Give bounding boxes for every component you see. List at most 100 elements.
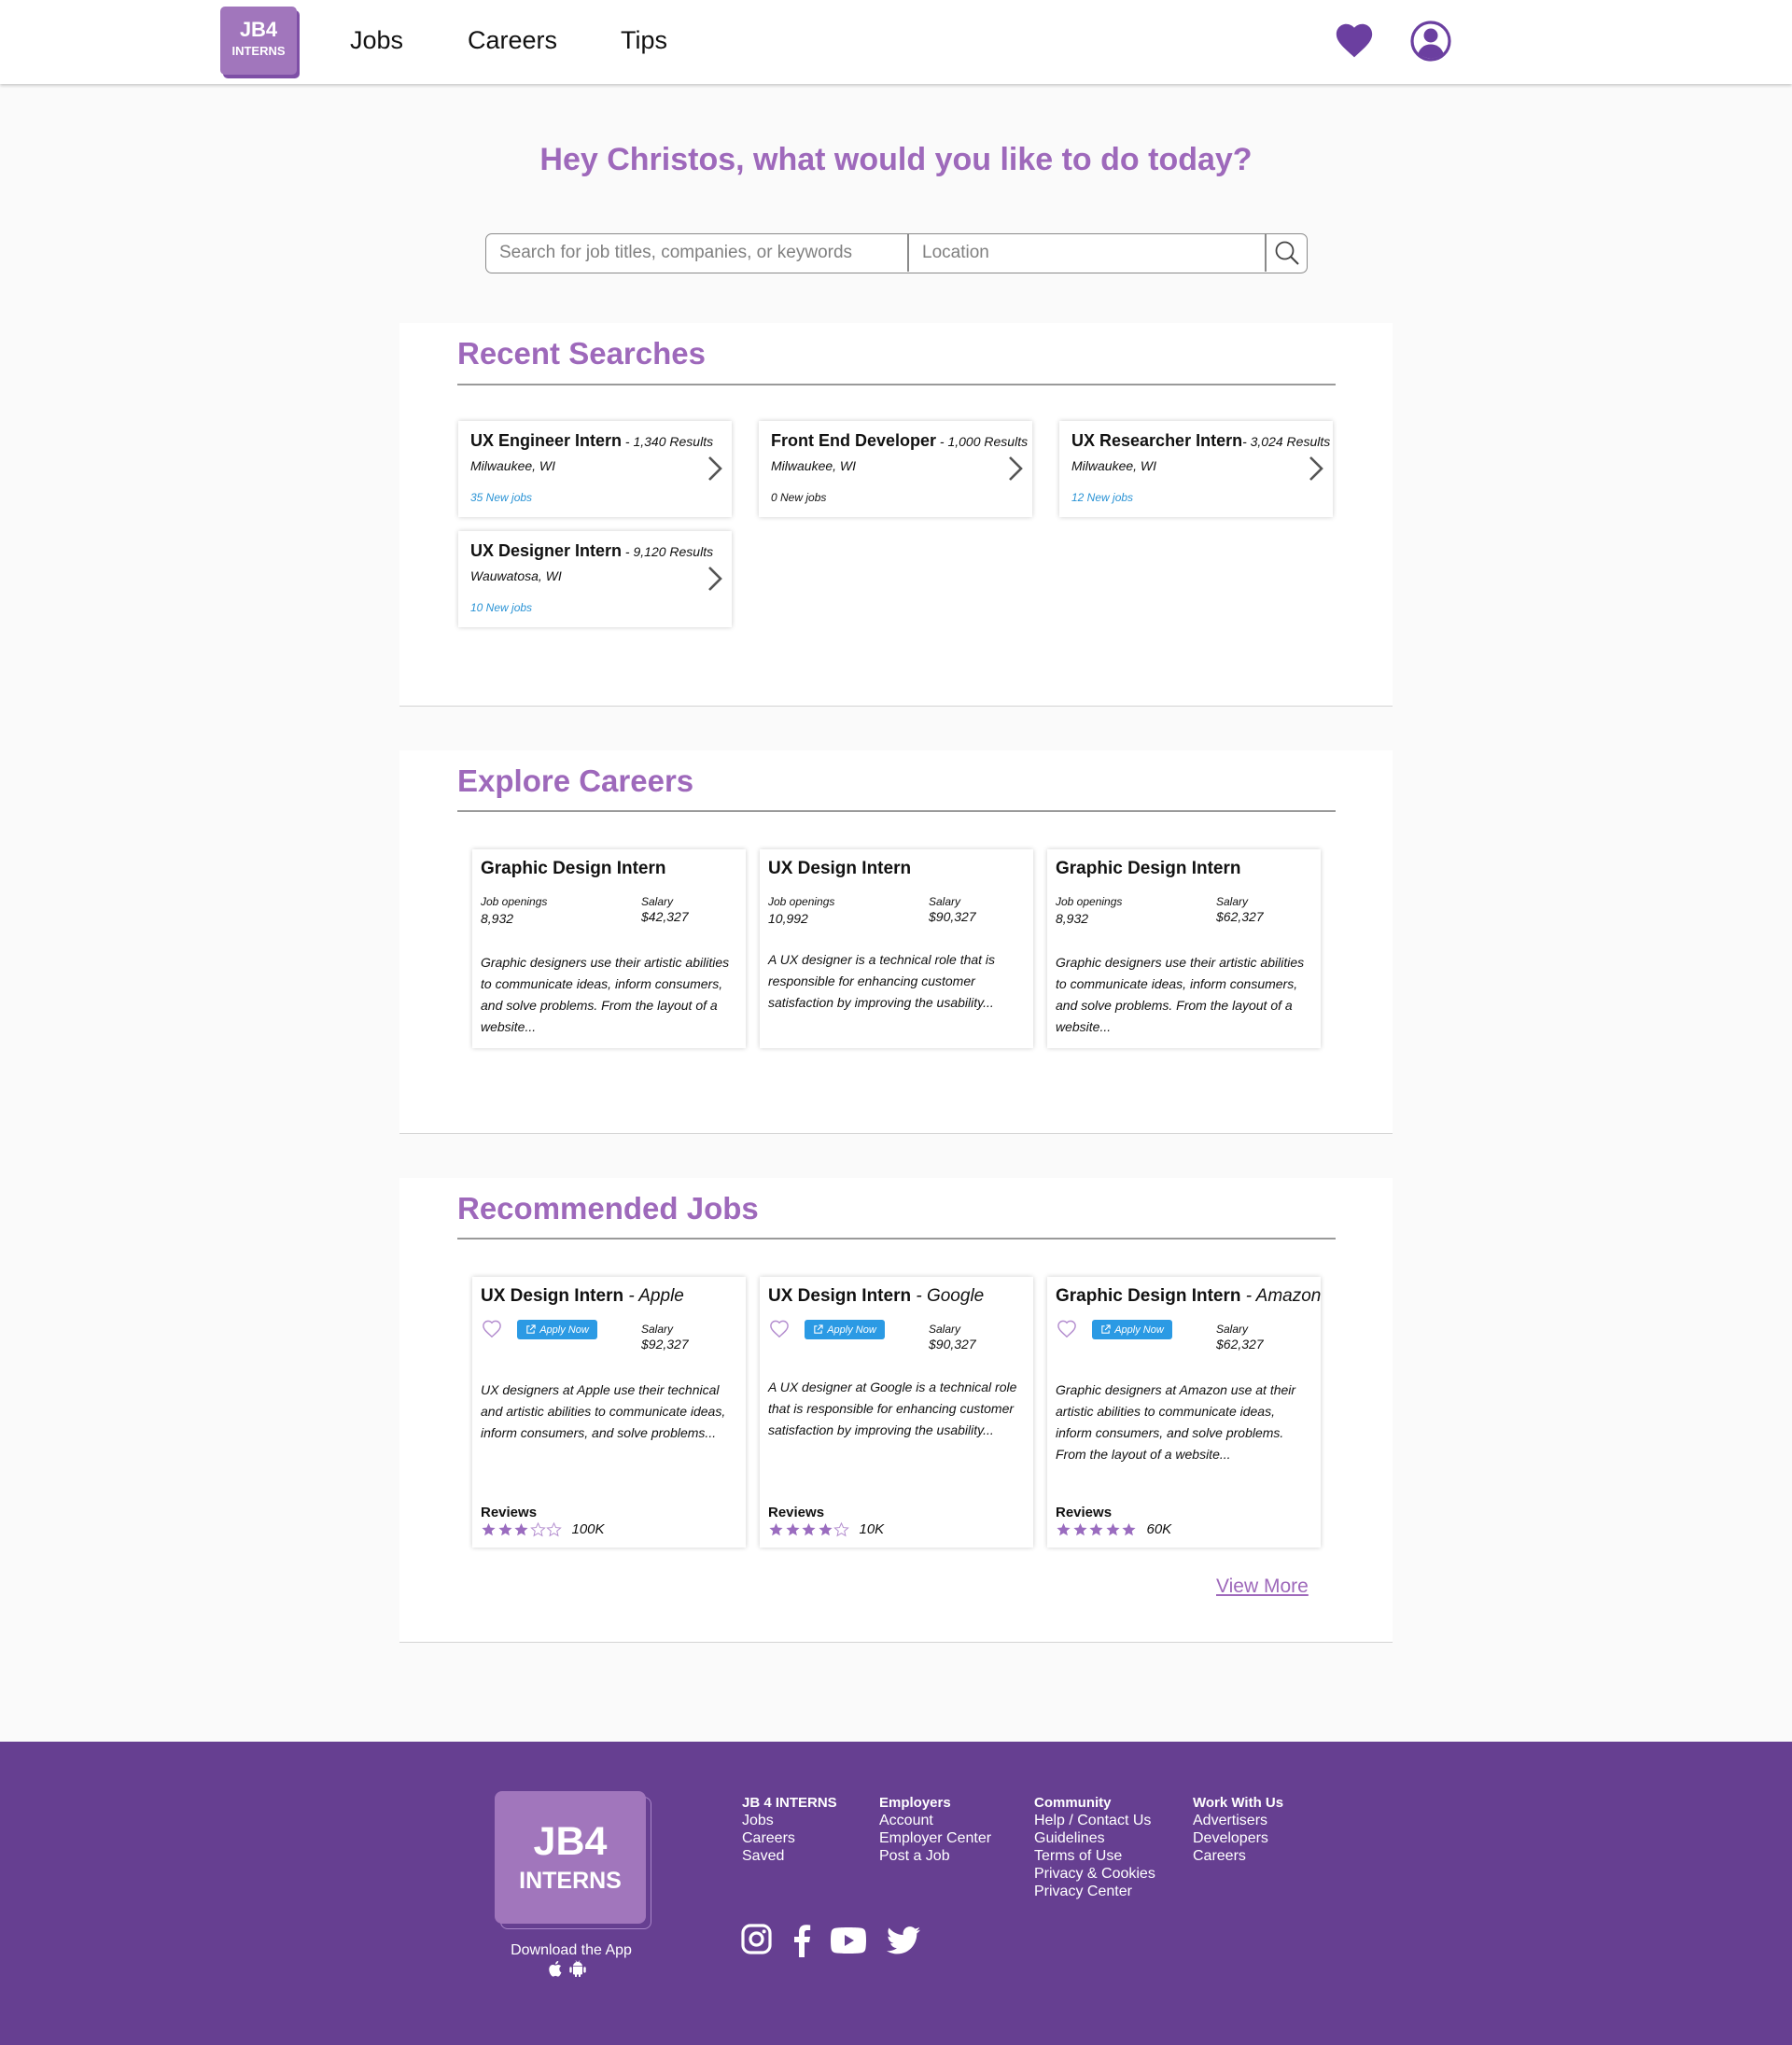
star-filled-icon <box>1089 1522 1103 1536</box>
job-title: UX Design Intern <box>481 1286 624 1306</box>
recent-search-card[interactable]: UX Designer Intern - 9,120 Results Wauwa… <box>458 531 732 627</box>
reviews-label: Reviews <box>1056 1505 1113 1520</box>
recent-search-card[interactable]: UX Researcher Intern- 3,024 Results Milw… <box>1059 421 1333 517</box>
apply-now-button[interactable]: Apply Now <box>1092 1320 1172 1339</box>
user-account-icon[interactable] <box>1410 21 1453 63</box>
salary-value: $62,327 <box>1216 909 1264 924</box>
career-card[interactable]: UX Design Intern Job openings 10,992 Sal… <box>760 849 1033 1048</box>
footer-link-careers[interactable]: Careers <box>742 1829 837 1847</box>
save-heart-icon[interactable] <box>482 1320 502 1338</box>
footer-link-employer-center[interactable]: Employer Center <box>879 1829 991 1847</box>
footer-link-help-contact[interactable]: Help / Contact Us <box>1034 1812 1155 1829</box>
footer-link-saved[interactable]: Saved <box>742 1847 837 1865</box>
job-card[interactable]: Graphic Design Intern - Amazon Apply Now… <box>1047 1277 1321 1548</box>
salary-label: Salary <box>929 895 961 908</box>
save-heart-icon[interactable] <box>1057 1320 1077 1338</box>
career-card[interactable]: Graphic Design Intern Job openings 8,932… <box>1047 849 1321 1048</box>
favorites-heart-icon[interactable] <box>1333 19 1376 62</box>
chevron-right-icon[interactable] <box>1308 455 1324 483</box>
youtube-icon[interactable] <box>831 1927 866 1954</box>
job-card[interactable]: UX Design Intern - Apple Apply Now Salar… <box>472 1277 746 1548</box>
footer-link-jobs[interactable]: Jobs <box>742 1812 837 1829</box>
star-filled-icon <box>1057 1522 1071 1536</box>
logo[interactable]: JB4 INTERNS <box>220 7 301 78</box>
recent-search-results: - 9,120 Results <box>622 544 714 559</box>
android-icon[interactable] <box>569 1960 586 1977</box>
footer-link-terms[interactable]: Terms of Use <box>1034 1847 1155 1865</box>
career-card[interactable]: Graphic Design Intern Job openings 8,932… <box>472 849 746 1048</box>
footer-link-privacy-center[interactable]: Privacy Center <box>1034 1883 1155 1900</box>
job-card[interactable]: UX Design Intern - Google Apply Now Sala… <box>760 1277 1033 1548</box>
recent-search-title: Front End Developer <box>771 431 937 450</box>
salary-value: $92,327 <box>641 1337 689 1352</box>
star-filled-icon <box>769 1522 783 1536</box>
apply-now-button[interactable]: Apply Now <box>517 1320 597 1339</box>
chevron-right-icon[interactable] <box>1007 455 1024 483</box>
chevron-right-icon[interactable] <box>707 565 723 593</box>
download-app-label: Download the App <box>511 1942 632 1958</box>
recent-search-card[interactable]: UX Engineer Intern - 1,340 Results Milwa… <box>458 421 732 517</box>
star-filled-icon <box>1105 1522 1120 1536</box>
recent-search-card[interactable]: Front End Developer - 1,000 Results Milw… <box>759 421 1032 517</box>
apple-icon[interactable] <box>549 1960 564 1977</box>
footer-link-privacy-cookies[interactable]: Privacy & Cookies <box>1034 1865 1155 1883</box>
footer-link-careers-work[interactable]: Careers <box>1193 1847 1283 1865</box>
recent-search-location: Wauwatosa, WI <box>470 568 562 583</box>
salary-value: $90,327 <box>929 909 976 924</box>
star-rating: 60K <box>1056 1521 1171 1537</box>
external-link-icon <box>526 1324 536 1334</box>
star-filled-icon <box>482 1522 496 1536</box>
save-heart-icon[interactable] <box>769 1320 790 1338</box>
footer-column-work-with-us: Work With Us Advertisers Developers Care… <box>1193 1794 1283 1865</box>
facebook-icon[interactable] <box>792 1924 811 1957</box>
recommended-jobs-title: Recommended Jobs <box>457 1191 759 1226</box>
job-description: Graphic designers at Amazon use at their… <box>1056 1382 1296 1462</box>
footer: JB4 INTERNS Download the App JB 4 INTERN… <box>0 1742 1792 2045</box>
nav-jobs[interactable]: Jobs <box>350 26 403 55</box>
job-openings-value: 8,932 <box>481 911 514 926</box>
career-description: A UX designer is a technical role that i… <box>768 952 996 1010</box>
salary-label: Salary <box>1216 1323 1249 1336</box>
salary-label: Salary <box>929 1323 961 1336</box>
instagram-icon[interactable] <box>741 1924 772 1954</box>
chevron-right-icon[interactable] <box>707 455 723 483</box>
footer-link-guidelines[interactable]: Guidelines <box>1034 1829 1155 1847</box>
greeting-heading: Hey Christos, what would you like to do … <box>539 142 1253 177</box>
star-empty-icon <box>833 1521 849 1537</box>
footer-link-developers[interactable]: Developers <box>1193 1829 1283 1847</box>
apply-now-label: Apply Now <box>827 1324 876 1336</box>
search-button[interactable] <box>1267 234 1307 272</box>
footer-column-community: Community Help / Contact Us Guidelines T… <box>1034 1794 1155 1900</box>
job-company: - Apple <box>623 1286 684 1306</box>
explore-careers-title: Explore Careers <box>457 763 694 798</box>
job-openings-label: Job openings <box>481 895 548 908</box>
footer-link-account[interactable]: Account <box>879 1812 991 1829</box>
footer-logo-line1: JB4 <box>533 1819 608 1864</box>
job-description: UX designers at Apple use their technica… <box>481 1382 726 1440</box>
external-link-icon <box>814 1324 823 1334</box>
nav-careers[interactable]: Careers <box>468 26 557 55</box>
job-company: - Amazon <box>1240 1286 1322 1306</box>
star-rating: 10K <box>768 1521 884 1537</box>
explore-careers-panel: Explore Careers Graphic Design Intern Jo… <box>399 750 1393 1134</box>
twitter-icon[interactable] <box>887 1926 920 1954</box>
location-input[interactable] <box>909 234 1264 272</box>
recent-search-new-jobs: 10 New jobs <box>470 601 533 614</box>
top-header: JB4 INTERNS Jobs Careers Tips <box>0 0 1792 84</box>
footer-link-advertisers[interactable]: Advertisers <box>1193 1812 1283 1829</box>
footer-logo[interactable]: JB4 INTERNS <box>495 1791 651 1929</box>
keyword-search-input[interactable] <box>486 234 906 272</box>
footer-heading: Employers <box>879 1795 951 1811</box>
career-description: Graphic designers use their artistic abi… <box>481 955 730 1034</box>
job-openings-label: Job openings <box>768 895 835 908</box>
star-filled-icon <box>514 1522 528 1536</box>
job-title: Graphic Design Intern <box>1056 1286 1241 1306</box>
apply-now-button[interactable]: Apply Now <box>805 1320 885 1339</box>
view-more-link[interactable]: View More <box>1216 1576 1309 1598</box>
star-rating: 100K <box>481 1521 605 1537</box>
recent-search-location: Milwaukee, WI <box>470 458 556 473</box>
salary-value: $42,327 <box>641 909 689 924</box>
footer-link-post-a-job[interactable]: Post a Job <box>879 1847 991 1865</box>
recent-searches-panel: Recent Searches UX Engineer Intern - 1,3… <box>399 323 1393 707</box>
nav-tips[interactable]: Tips <box>621 26 667 55</box>
